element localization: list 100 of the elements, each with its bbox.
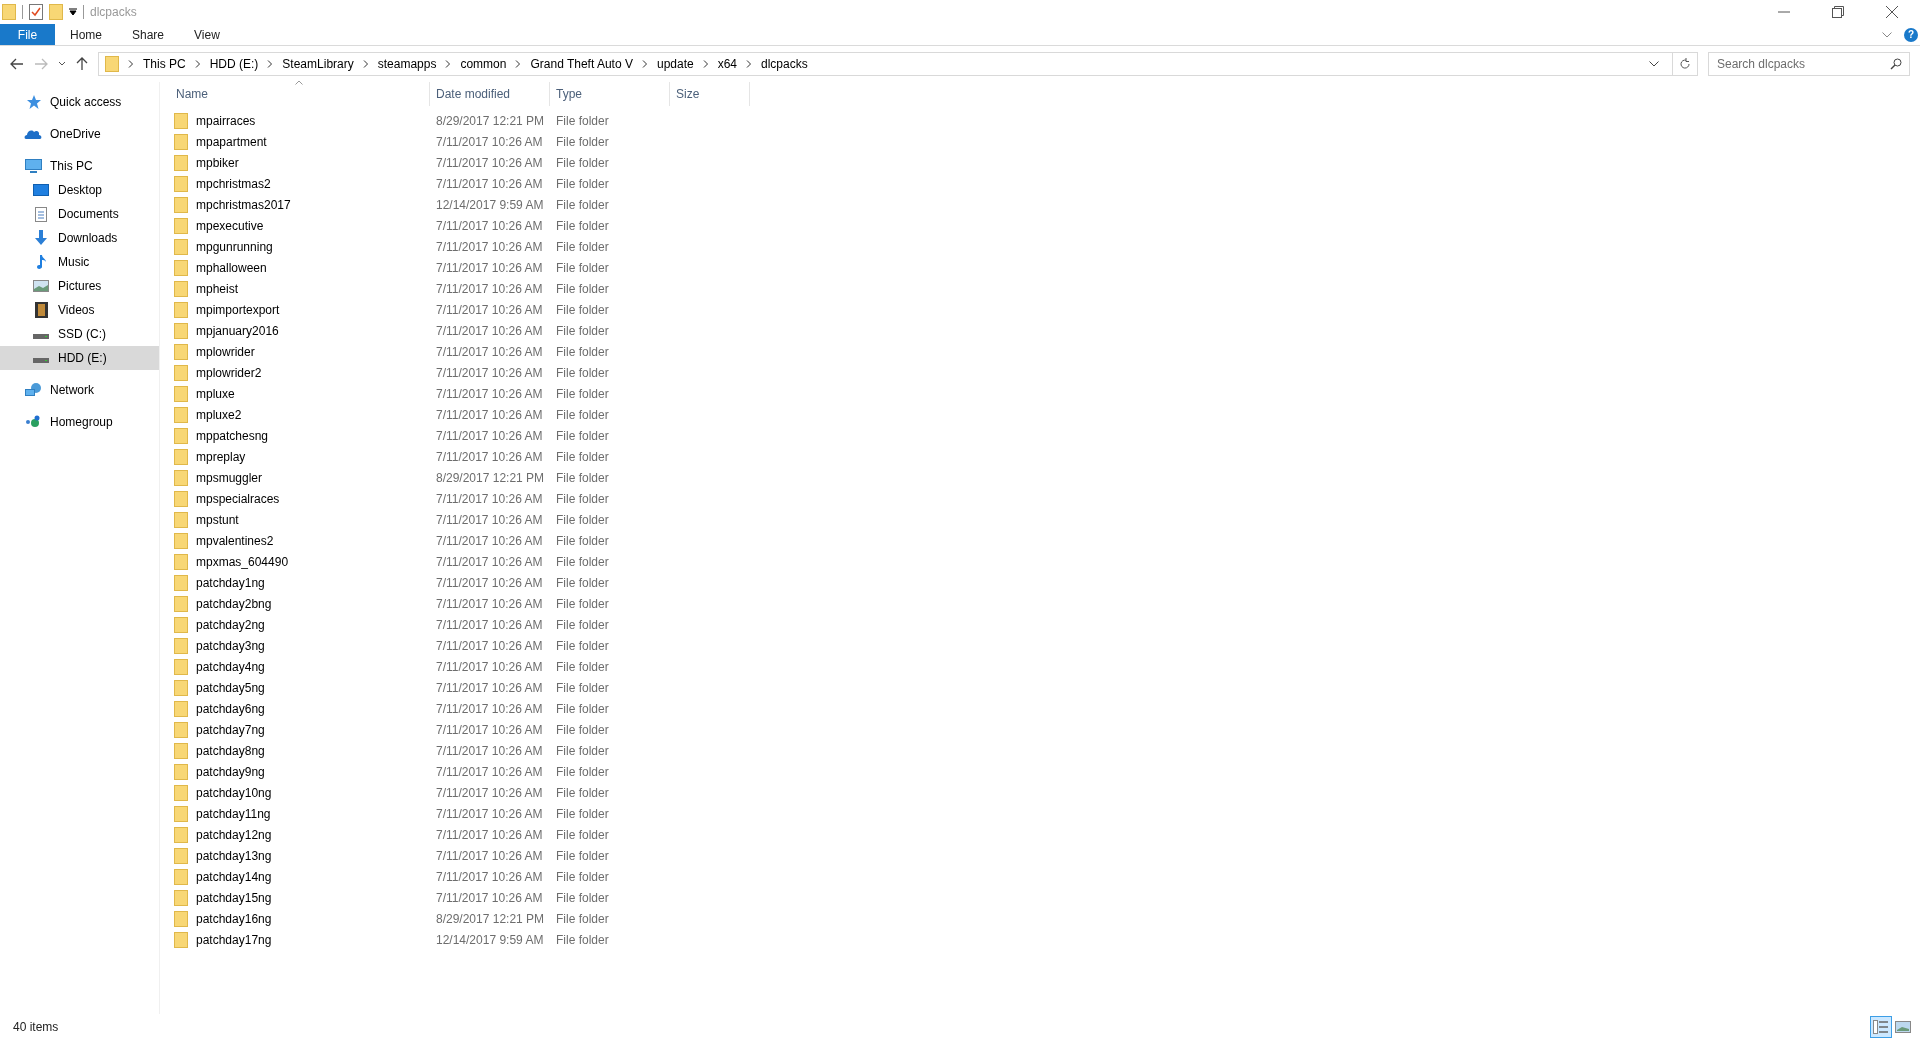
file-name[interactable]: mphalloween [196, 258, 267, 277]
help-button[interactable]: ? [1904, 27, 1918, 42]
nav-item[interactable]: Desktop [0, 178, 159, 202]
ribbon-tab[interactable]: View [179, 24, 235, 45]
file-name[interactable]: mplowrider [196, 342, 255, 361]
back-arrow-icon[interactable] [10, 58, 24, 70]
file-name[interactable]: mpjanuary2016 [196, 321, 279, 340]
ribbon-tab[interactable]: Home [55, 24, 117, 45]
file-type: File folder [555, 385, 610, 403]
date-modified: 7/11/2017 10:26 AM [435, 574, 544, 592]
file-name[interactable]: patchday15ng [196, 888, 272, 907]
breadcrumb-item[interactable]: SteamLibrary [282, 55, 354, 73]
column-header[interactable]: Date modified [430, 82, 550, 106]
restore-icon[interactable] [1832, 6, 1844, 18]
file-name[interactable]: mpxmas_604490 [196, 552, 289, 571]
file-name[interactable]: patchday6ng [196, 699, 265, 718]
file-name[interactable]: mpluxe [196, 384, 235, 403]
chevron-right-icon [702, 60, 709, 68]
dropdown-caret-icon[interactable] [69, 8, 77, 16]
nav-item[interactable]: Documents [0, 202, 159, 226]
file-name[interactable]: mpsmuggler [196, 468, 263, 487]
breadcrumb-item[interactable]: steamapps [377, 55, 437, 73]
file-name[interactable]: mpvalentines2 [196, 531, 274, 550]
folder-icon [174, 133, 188, 150]
file-name[interactable]: mpspecialraces [196, 489, 280, 508]
breadcrumb-item[interactable]: x64 [717, 55, 738, 73]
nav-item[interactable]: Videos [0, 298, 159, 322]
file-name[interactable]: patchday13ng [196, 846, 272, 865]
file-type: File folder [555, 301, 610, 319]
file-name[interactable]: patchday17ng [196, 930, 272, 949]
nav-item[interactable]: Music [0, 250, 159, 274]
search-field[interactable]: Search dlcpacks [1708, 52, 1910, 76]
file-name[interactable]: patchday10ng [196, 783, 272, 802]
file-name[interactable]: patchday4ng [196, 657, 265, 676]
column-header[interactable]: Size [670, 82, 750, 106]
file-name[interactable]: patchday1ng [196, 573, 265, 592]
address-bar[interactable]: This PC HDD (E:) SteamLibrary steamapps common Grand Theft Auto V update x64 dlcpacks [98, 52, 1698, 76]
file-name[interactable]: patchday8ng [196, 741, 265, 760]
close-icon[interactable] [1886, 6, 1898, 18]
date-modified: 7/11/2017 10:26 AM [435, 175, 544, 193]
nav-item[interactable]: Pictures [0, 274, 159, 298]
file-name[interactable]: patchday5ng [196, 678, 265, 697]
ribbon-tab[interactable]: Share [117, 24, 180, 45]
file-name[interactable]: mpluxe2 [196, 405, 242, 424]
file-name[interactable]: mplowrider2 [196, 363, 262, 382]
file-name[interactable]: mpimportexport [196, 300, 280, 319]
file-name[interactable]: mpstunt [196, 510, 239, 529]
file-name[interactable]: patchday2bng [196, 594, 272, 613]
breadcrumb-item[interactable]: update [656, 55, 694, 73]
file-tab[interactable]: File [0, 24, 55, 45]
file-name[interactable]: mpchristmas2 [196, 174, 271, 193]
file-name[interactable]: patchday14ng [196, 867, 272, 886]
film-icon [34, 302, 48, 318]
date-modified: 7/11/2017 10:26 AM [435, 637, 544, 655]
cloud-icon [24, 128, 42, 140]
recent-chevron-icon[interactable] [58, 61, 66, 67]
file-name[interactable]: patchday16ng [196, 909, 272, 928]
nav-item[interactable]: Quick access [0, 90, 159, 114]
chevron-down-icon[interactable] [1649, 61, 1659, 67]
nav-item[interactable]: Homegroup [0, 410, 159, 434]
date-modified: 7/11/2017 10:26 AM [435, 889, 544, 907]
homegroup-icon [24, 415, 42, 429]
file-name[interactable]: patchday3ng [196, 636, 265, 655]
column-header[interactable]: Type [550, 82, 670, 106]
refresh-icon[interactable] [1679, 58, 1691, 70]
breadcrumb-item[interactable]: Grand Theft Auto V [530, 55, 633, 73]
file-name[interactable]: mpgunrunning [196, 237, 273, 256]
search-icon[interactable] [1890, 58, 1902, 70]
file-name[interactable]: mpbiker [196, 153, 239, 172]
file-type: File folder [555, 679, 610, 697]
folder-icon [174, 175, 188, 192]
date-modified: 7/11/2017 10:26 AM [435, 322, 544, 340]
date-modified: 7/11/2017 10:26 AM [435, 406, 544, 424]
breadcrumb-item[interactable]: This PC [143, 55, 186, 73]
file-name[interactable]: mpchristmas2017 [196, 195, 291, 214]
nav-item[interactable]: SSD (C:) [0, 322, 159, 346]
file-name[interactable]: patchday9ng [196, 762, 265, 781]
file-name[interactable]: patchday12ng [196, 825, 272, 844]
nav-item[interactable]: Downloads [0, 226, 159, 250]
properties-icon[interactable] [29, 4, 43, 20]
file-name[interactable]: mpreplay [196, 447, 246, 466]
breadcrumb-item[interactable]: dlcpacks [761, 55, 808, 73]
breadcrumb-item[interactable]: HDD (E:) [209, 55, 259, 73]
nav-item[interactable]: OneDrive [0, 122, 159, 146]
file-name[interactable]: mpapartment [196, 132, 267, 151]
file-name[interactable]: patchday2ng [196, 615, 265, 634]
nav-item[interactable]: Network [0, 378, 159, 402]
nav-item[interactable]: HDD (E:) [0, 346, 159, 370]
nav-item[interactable]: This PC [0, 154, 159, 178]
breadcrumb-item[interactable]: common [460, 55, 507, 73]
file-name[interactable]: patchday11ng [196, 804, 271, 823]
column-header[interactable]: Name [170, 82, 430, 106]
file-name[interactable]: mppatchesng [196, 426, 269, 445]
file-name[interactable]: mpexecutive [196, 216, 264, 235]
file-name[interactable]: patchday7ng [196, 720, 265, 739]
file-name[interactable]: mpairraces [196, 111, 256, 130]
details-view-button[interactable] [1870, 1016, 1892, 1038]
up-arrow-icon[interactable] [76, 57, 88, 71]
file-name[interactable]: mpheist [196, 279, 239, 298]
file-type: File folder [555, 154, 610, 172]
